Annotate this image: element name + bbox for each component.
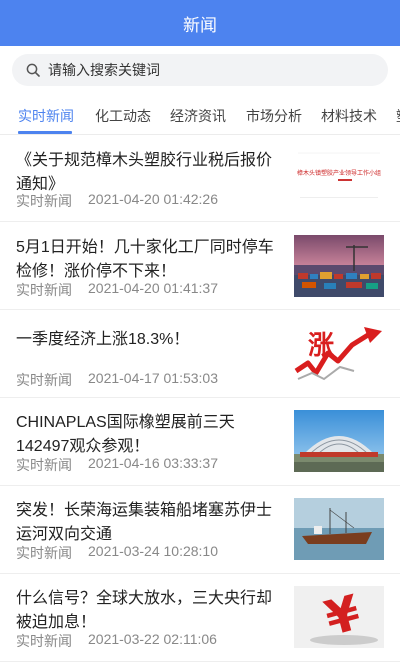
news-category: 实时新闻 bbox=[16, 457, 72, 473]
tab-chemical-news[interactable]: 化工动态 bbox=[95, 94, 151, 126]
news-meta: 实时新闻 2021-04-16 03:33:37 bbox=[16, 455, 218, 475]
news-thumbnail-expo bbox=[294, 410, 384, 472]
category-tabs: 实时新闻 化工动态 经济资讯 市场分析 材料技术 塑 bbox=[0, 94, 400, 135]
news-title: 《关于规范樟木头塑胶行业税后报价通知》 bbox=[16, 152, 273, 193]
news-thumbnail-rise: 涨 bbox=[294, 323, 384, 385]
news-meta: 实时新闻 2021-04-20 01:42:26 bbox=[16, 191, 218, 211]
news-time: 2021-04-17 01:53:03 bbox=[88, 370, 218, 386]
news-category: 实时新闻 bbox=[16, 633, 72, 649]
news-time: 2021-03-22 02:11:06 bbox=[88, 631, 217, 647]
news-time: 2021-04-20 01:41:37 bbox=[88, 280, 218, 296]
news-category: 实时新闻 bbox=[16, 282, 72, 298]
rise-character: 涨 bbox=[308, 330, 335, 360]
tab-more[interactable]: 塑 bbox=[396, 94, 400, 126]
news-title: 5月1日开始！几十家化工厂同时停车检修！涨价停不下来！ bbox=[16, 239, 274, 280]
app-header: 新闻 bbox=[0, 0, 400, 46]
document-header-text: 樟木头镇塑胶产业领导工作小组办公室 bbox=[297, 171, 381, 177]
news-time: 2021-04-20 01:42:26 bbox=[88, 191, 218, 207]
news-time: 2021-04-16 03:33:37 bbox=[88, 455, 218, 471]
news-item[interactable]: 突发！长荣海运集装箱船堵塞苏伊士运河双向交通 实时新闻 2021-03-24 1… bbox=[0, 486, 400, 574]
news-meta: 实时新闻 2021-04-17 01:53:03 bbox=[16, 370, 218, 390]
news-meta: 实时新闻 2021-03-24 10:28:10 bbox=[16, 543, 218, 563]
news-category: 实时新闻 bbox=[16, 372, 72, 388]
news-category: 实时新闻 bbox=[16, 545, 72, 561]
search-input[interactable]: 请输入搜索关键词 bbox=[12, 54, 388, 86]
news-title: 什么信号？全球大放水，三大央行却被迫加息！ bbox=[16, 590, 273, 631]
tab-material-tech[interactable]: 材料技术 bbox=[321, 94, 377, 126]
tab-realtime-news[interactable]: 实时新闻 bbox=[18, 94, 74, 126]
search-icon bbox=[26, 63, 40, 77]
news-title: 突发！长荣海运集装箱船堵塞苏伊士运河双向交通 bbox=[16, 502, 273, 543]
news-item[interactable]: CHINAPLAS国际橡塑展前三天142497观众参观！ 实时新闻 2021-0… bbox=[0, 398, 400, 486]
news-title: CHINAPLAS国际橡塑展前三天142497观众参观！ bbox=[16, 414, 235, 455]
news-item[interactable]: 一季度经济上涨18.3%！ 实时新闻 2021-04-17 01:53:03 涨 bbox=[0, 310, 400, 398]
news-thumbnail-document: 樟木头镇塑胶产业领导工作小组办公室 bbox=[294, 147, 384, 209]
search-bar: 请输入搜索关键词 bbox=[0, 46, 400, 94]
news-item[interactable]: 什么信号？全球大放水，三大央行却被迫加息！ 实时新闻 2021-03-22 02… bbox=[0, 574, 400, 662]
news-time: 2021-03-24 10:28:10 bbox=[88, 543, 218, 559]
tab-market-analysis[interactable]: 市场分析 bbox=[246, 94, 302, 126]
news-item[interactable]: 5月1日开始！几十家化工厂同时停车检修！涨价停不下来！ 实时新闻 2021-04… bbox=[0, 222, 400, 310]
page-title: 新闻 bbox=[183, 15, 217, 35]
news-thumbnail-port bbox=[294, 235, 384, 297]
news-item[interactable]: 《关于规范樟木头塑胶行业税后报价通知》 实时新闻 2021-04-20 01:4… bbox=[0, 135, 400, 222]
news-meta: 实时新闻 2021-03-22 02:11:06 bbox=[16, 631, 217, 651]
news-category: 实时新闻 bbox=[16, 193, 72, 209]
active-tab-indicator bbox=[18, 131, 72, 134]
search-placeholder: 请输入搜索关键词 bbox=[48, 62, 160, 78]
news-meta: 实时新闻 2021-04-20 01:41:37 bbox=[16, 280, 218, 300]
news-thumbnail-yuan: ¥ bbox=[294, 586, 384, 648]
news-title: 一季度经济上涨18.3%！ bbox=[16, 331, 190, 348]
tab-economy-news[interactable]: 经济资讯 bbox=[170, 94, 226, 126]
news-thumbnail-ship bbox=[294, 498, 384, 560]
